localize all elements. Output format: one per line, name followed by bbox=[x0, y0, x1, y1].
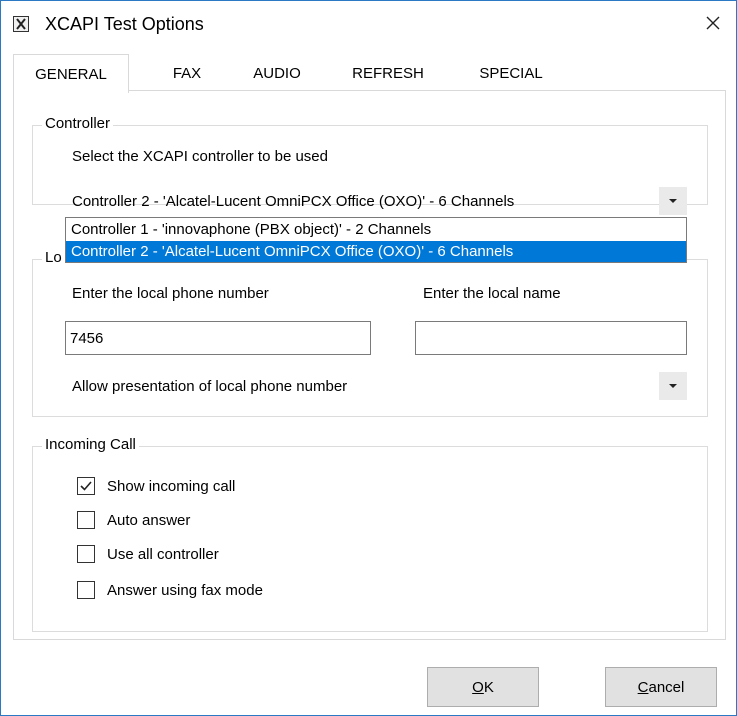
local-phone-field[interactable]: 7456 bbox=[65, 321, 371, 355]
checkbox-label: Show incoming call bbox=[107, 477, 236, 495]
chevron-down-icon[interactable] bbox=[659, 187, 687, 215]
ok-button-label: OK bbox=[472, 678, 494, 696]
close-button[interactable] bbox=[690, 1, 736, 45]
tab-label: REFRESH bbox=[352, 64, 424, 82]
checkbox-label: Auto answer bbox=[107, 511, 191, 529]
tab-label: GENERAL bbox=[35, 65, 107, 83]
checkbox-label: Use all controller bbox=[107, 545, 219, 563]
dropdown-option-controller-2[interactable]: Controller 2 - 'Alcatel-Lucent OmniPCX O… bbox=[66, 241, 686, 262]
controller-selected-value: Controller 2 - 'Alcatel-Lucent OmniPCX O… bbox=[72, 192, 515, 210]
chevron-down-icon[interactable] bbox=[659, 372, 687, 400]
tab-label: AUDIO bbox=[253, 64, 301, 82]
answer-fax-mode-checkbox[interactable]: Answer using fax mode bbox=[77, 581, 263, 599]
local-name-label: Enter the local name bbox=[423, 285, 561, 302]
tab-label: SPECIAL bbox=[479, 64, 543, 82]
checkbox-box[interactable] bbox=[77, 511, 95, 529]
tab-special[interactable]: SPECIAL bbox=[468, 55, 554, 91]
checkmark-icon bbox=[80, 481, 92, 491]
presentation-select[interactable]: Allow presentation of local phone number bbox=[65, 372, 687, 400]
dropdown-option-label: Controller 2 - 'Alcatel-Lucent OmniPCX O… bbox=[71, 243, 514, 260]
title-bar[interactable]: XCAPI Test Options bbox=[1, 1, 736, 45]
tab-general[interactable]: GENERAL bbox=[13, 54, 129, 93]
checkbox-box[interactable] bbox=[77, 545, 95, 563]
dialog-window: XCAPI Test Options GENERAL FAX AUDIO REF… bbox=[0, 0, 737, 716]
incoming-call-group: Incoming Call bbox=[32, 436, 708, 632]
controller-dropdown-list: Controller 1 - 'innovaphone (PBX object)… bbox=[65, 217, 687, 263]
tab-audio[interactable]: AUDIO bbox=[241, 55, 313, 91]
tab-refresh[interactable]: REFRESH bbox=[343, 55, 433, 91]
checkbox-label: Answer using fax mode bbox=[107, 581, 263, 599]
local-name-field[interactable] bbox=[415, 321, 687, 355]
dropdown-option-controller-1[interactable]: Controller 1 - 'innovaphone (PBX object)… bbox=[66, 219, 686, 240]
show-incoming-call-checkbox[interactable]: Show incoming call bbox=[77, 477, 235, 495]
controller-select[interactable]: Controller 2 - 'Alcatel-Lucent OmniPCX O… bbox=[65, 187, 687, 215]
tab-label: FAX bbox=[172, 64, 202, 82]
local-phone-label: Enter the local phone number bbox=[72, 285, 269, 302]
controller-group-label: Controller bbox=[42, 115, 114, 132]
auto-answer-checkbox[interactable]: Auto answer bbox=[77, 511, 190, 529]
window-title: XCAPI Test Options bbox=[45, 14, 204, 34]
cancel-button[interactable]: Cancel bbox=[605, 667, 717, 707]
ok-button[interactable]: OK bbox=[427, 667, 539, 707]
checkbox-box[interactable] bbox=[77, 581, 95, 599]
cancel-button-label: Cancel bbox=[637, 678, 685, 696]
controller-prompt: Select the XCAPI controller to be used bbox=[72, 148, 328, 165]
tab-strip: GENERAL FAX AUDIO REFRESH SPECIAL bbox=[13, 54, 725, 93]
use-all-controller-checkbox[interactable]: Use all controller bbox=[77, 545, 219, 563]
close-icon bbox=[706, 16, 720, 30]
incoming-call-group-label: Incoming Call bbox=[42, 436, 139, 453]
presentation-selected-value: Allow presentation of local phone number bbox=[72, 377, 348, 395]
xcapi-logo-icon bbox=[13, 16, 29, 32]
local-group-label: Lo bbox=[42, 249, 65, 266]
tab-fax[interactable]: FAX bbox=[159, 55, 215, 91]
checkbox-box[interactable] bbox=[77, 477, 95, 495]
dropdown-option-label: Controller 1 - 'innovaphone (PBX object)… bbox=[71, 221, 432, 238]
